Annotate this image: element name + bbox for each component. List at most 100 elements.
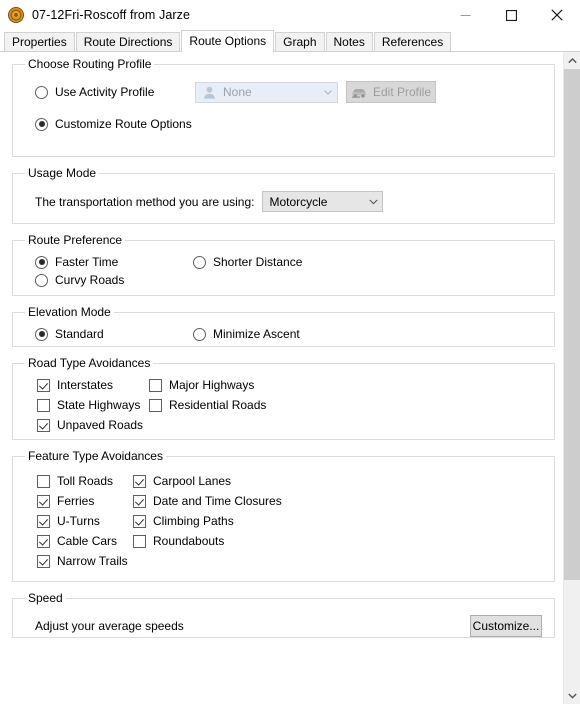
radio-faster-time[interactable]: Faster Time — [35, 255, 193, 269]
checkbox-indicator — [149, 378, 162, 392]
content-scroll-area: Choose Routing Profile Use Activity Prof… — [0, 52, 580, 704]
scrollbar-thumb[interactable] — [564, 69, 580, 580]
radio-indicator — [35, 255, 48, 269]
transportation-method-combo[interactable]: Motorcycle — [262, 191, 384, 212]
checkbox-label: Ferries — [57, 494, 95, 508]
checkbox-ferries[interactable]: Ferries — [37, 494, 133, 508]
checkbox-label: State Highways — [57, 398, 141, 412]
close-button[interactable] — [534, 0, 580, 30]
radio-indicator — [35, 117, 48, 131]
tab-graph[interactable]: Graph — [275, 32, 325, 51]
route-target-icon — [8, 7, 24, 23]
checkbox-indicator — [37, 474, 50, 488]
radio-label: Faster Time — [55, 255, 119, 269]
checkbox-carpool-lanes[interactable]: Carpool Lanes — [133, 474, 231, 488]
checkbox-indicator — [37, 494, 50, 508]
checkbox-cable-cars[interactable]: Cable Cars — [37, 534, 133, 548]
minimize-button[interactable] — [442, 0, 488, 30]
activity-profile-value: None — [223, 85, 252, 99]
checkbox-indicator — [133, 474, 146, 488]
group-choose-routing-profile: Choose Routing Profile Use Activity Prof… — [12, 57, 555, 157]
edit-profile-button[interactable]: Edit Profile — [346, 81, 436, 103]
route-options-window: 07-12Fri-Roscoff from Jarze Properties R… — [0, 0, 580, 704]
scroll-up-button[interactable] — [564, 52, 580, 69]
transportation-method-label: The transportation method you are using: — [35, 194, 255, 209]
group-feature-type-avoidances: Feature Type Avoidances Toll Roads Carpo… — [12, 449, 555, 582]
checkbox-roundabouts[interactable]: Roundabouts — [133, 534, 224, 548]
checkbox-label: Major Highways — [169, 378, 255, 392]
vertical-scrollbar[interactable] — [563, 52, 580, 704]
checkbox-label: U-Turns — [57, 514, 100, 528]
tab-references[interactable]: References — [373, 32, 452, 51]
checkbox-label: Unpaved Roads — [57, 418, 144, 432]
radio-label: Standard — [55, 327, 104, 341]
maximize-button[interactable] — [488, 0, 534, 30]
checkbox-label: Cable Cars — [57, 534, 118, 548]
group-legend-speed: Speed — [28, 591, 63, 605]
chevron-up-icon — [568, 57, 577, 63]
group-speed: Speed Adjust your average speeds Customi… — [12, 591, 555, 638]
radio-customize-route-options[interactable]: Customize Route Options — [35, 117, 192, 131]
checkbox-major-highways[interactable]: Major Highways — [149, 378, 254, 392]
window-controls — [442, 0, 580, 30]
tab-bar: Properties Route Directions Route Option… — [0, 30, 580, 52]
tab-route-options[interactable]: Route Options — [181, 30, 275, 52]
checkbox-climbing-paths[interactable]: Climbing Paths — [133, 514, 234, 528]
radio-indicator — [35, 85, 48, 99]
checkbox-label: Residential Roads — [169, 398, 267, 412]
checkbox-label: Carpool Lanes — [153, 474, 232, 488]
group-road-type-avoidances: Road Type Avoidances Interstates Major H… — [12, 356, 555, 440]
group-elevation-mode: Elevation Mode Standard Minimize Ascent — [12, 305, 555, 347]
radio-use-activity-profile[interactable]: Use Activity Profile — [35, 85, 187, 99]
group-route-preference: Route Preference Faster Time Shorter Dis… — [12, 233, 555, 296]
checkbox-u-turns[interactable]: U-Turns — [37, 514, 133, 528]
checkbox-indicator — [37, 378, 50, 392]
transportation-method-value: Motorcycle — [269, 194, 328, 209]
group-legend-usage-mode: Usage Mode — [28, 166, 97, 180]
checkbox-indicator — [37, 554, 50, 568]
customize-speed-button[interactable]: Customize... — [470, 615, 542, 637]
checkbox-indicator — [37, 398, 50, 412]
checkbox-unpaved-roads[interactable]: Unpaved Roads — [37, 418, 143, 432]
tab-properties[interactable]: Properties — [4, 32, 75, 51]
checkbox-date-and-time-closures[interactable]: Date and Time Closures — [133, 494, 282, 508]
speed-description: Adjust your average speeds — [35, 619, 184, 633]
tab-notes[interactable]: Notes — [325, 32, 373, 51]
radio-curvy-roads[interactable]: Curvy Roads — [35, 273, 124, 287]
radio-indicator — [193, 255, 206, 269]
checkbox-narrow-trails[interactable]: Narrow Trails — [37, 554, 128, 568]
checkbox-indicator — [37, 514, 50, 528]
checkbox-residential-roads[interactable]: Residential Roads — [149, 398, 266, 412]
radio-label: Shorter Distance — [213, 255, 303, 269]
checkbox-toll-roads[interactable]: Toll Roads — [37, 474, 133, 488]
checkbox-indicator — [37, 418, 50, 432]
checkbox-indicator — [133, 514, 146, 528]
car-wrench-icon — [351, 88, 366, 98]
group-legend-route-preference: Route Preference — [28, 233, 123, 247]
radio-label: Minimize Ascent — [213, 327, 300, 341]
group-legend-choose-routing-profile: Choose Routing Profile — [28, 57, 152, 71]
radio-indicator — [193, 327, 206, 341]
window-title: 07-12Fri-Roscoff from Jarze — [32, 8, 191, 22]
checkbox-indicator — [133, 534, 146, 548]
checkbox-label: Narrow Trails — [57, 554, 128, 568]
checkbox-interstates[interactable]: Interstates — [37, 378, 149, 392]
radio-label: Curvy Roads — [55, 273, 125, 287]
group-legend-feature-type-avoidances: Feature Type Avoidances — [28, 449, 163, 463]
checkbox-label: Roundabouts — [153, 534, 225, 548]
group-legend-elevation-mode: Elevation Mode — [28, 305, 111, 319]
checkbox-label: Date and Time Closures — [153, 494, 282, 508]
radio-standard[interactable]: Standard — [35, 327, 193, 341]
radio-indicator — [35, 273, 48, 287]
scroll-down-button[interactable] — [564, 687, 580, 704]
radio-minimize-ascent[interactable]: Minimize Ascent — [193, 327, 300, 341]
title-bar: 07-12Fri-Roscoff from Jarze — [0, 0, 580, 30]
checkbox-indicator — [37, 534, 50, 548]
tab-route-directions[interactable]: Route Directions — [75, 32, 181, 51]
group-usage-mode: Usage Mode The transportation method you… — [12, 166, 555, 224]
radio-label: Customize Route Options — [55, 117, 192, 131]
chevron-down-icon — [568, 692, 577, 699]
activity-profile-combo[interactable]: None — [195, 81, 338, 103]
checkbox-state-highways[interactable]: State Highways — [37, 398, 149, 412]
radio-shorter-distance[interactable]: Shorter Distance — [193, 255, 302, 269]
